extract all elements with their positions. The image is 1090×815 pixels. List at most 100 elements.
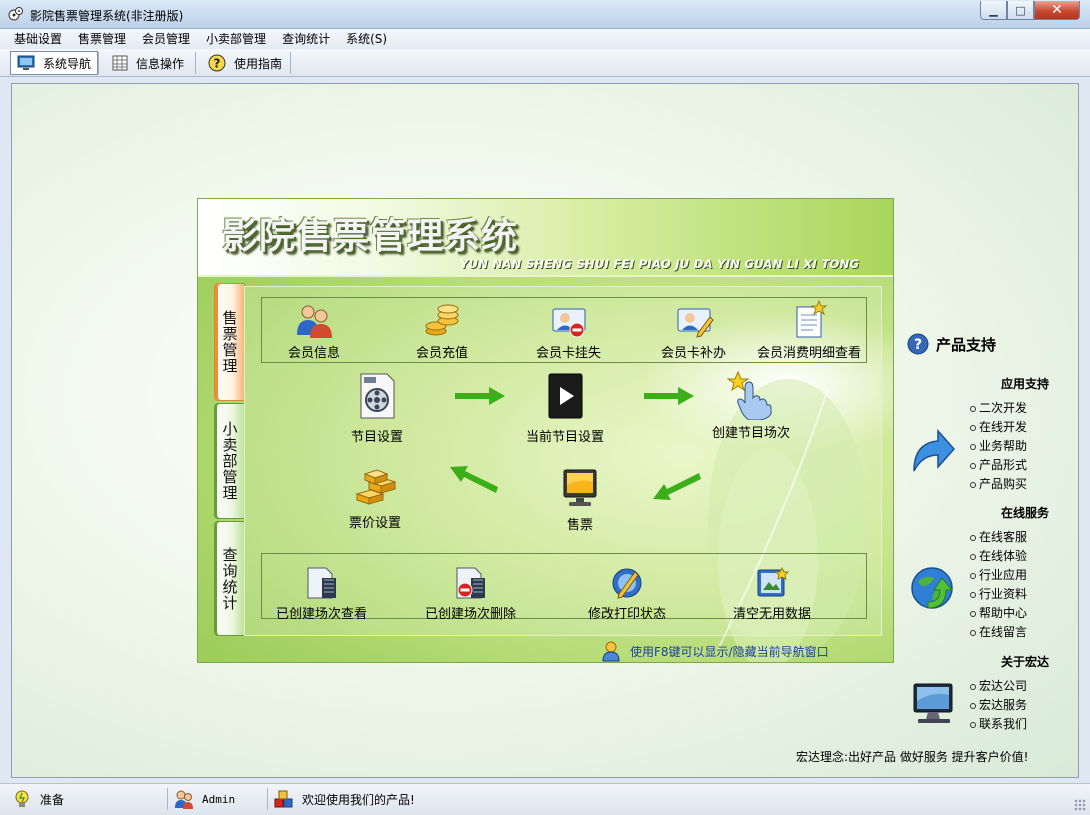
minimize-button[interactable]: ▁ <box>980 1 1007 20</box>
gold-coins-icon <box>425 304 459 336</box>
link-online-support[interactable]: 在线客服 <box>970 528 1027 547</box>
user-name: Admin <box>202 792 236 806</box>
status-divider <box>267 788 268 810</box>
program-settings-button[interactable]: 节目设置 <box>351 372 403 445</box>
monitor-sell-icon <box>563 469 597 506</box>
user-group-icon <box>175 790 193 809</box>
link-industry-application[interactable]: 行业应用 <box>970 566 1027 585</box>
menu-members[interactable]: 会员管理 <box>134 29 198 49</box>
link-online-message[interactable]: 在线留言 <box>970 623 1027 642</box>
tab-statistics[interactable]: 查询统计 <box>214 521 245 636</box>
nav-title: 影院售票管理系统 <box>222 216 519 257</box>
title-bar: 影院售票管理系统(非注册版) ▁ □ ✕ <box>0 0 1090 29</box>
member-info-button[interactable]: 会员信息 <box>288 303 340 361</box>
view-sessions-button[interactable]: 已创建场次查看 <box>276 566 367 622</box>
arrow-down-left-icon <box>653 473 701 500</box>
arrow-right-icon <box>644 387 694 405</box>
delete-sessions-button[interactable]: 已创建场次删除 <box>425 566 516 622</box>
modify-print-status-button[interactable]: 修改打印状态 <box>588 566 666 622</box>
toolbar-info-button[interactable]: 信息操作 <box>106 51 190 75</box>
link-product-purchase[interactable]: 产品购买 <box>970 475 1027 494</box>
f8-hint-text: 使用F8键可以显示/隐藏当前导航窗口 <box>630 644 829 659</box>
clear-unused-data-label: 清空无用数据 <box>733 607 812 622</box>
member-consumption-detail-button[interactable]: 会员消费明细查看 <box>757 299 861 361</box>
forward-arrow-icon <box>913 429 956 472</box>
app-support-title: 应用支持 <box>1001 377 1050 391</box>
maximize-button[interactable]: □ <box>1007 1 1034 20</box>
desktop-monitor-icon <box>913 683 953 723</box>
close-button[interactable]: ✕ <box>1034 1 1080 20</box>
bullet-icon <box>970 721 976 728</box>
link-help-center[interactable]: 帮助中心 <box>970 604 1027 623</box>
link-contact[interactable]: 联系我们 <box>970 715 1027 734</box>
ticket-price-settings-label: 票价设置 <box>349 516 402 531</box>
bullet-icon <box>970 610 976 617</box>
link-label: 在线客服 <box>979 530 1028 544</box>
link-label: 宏达服务 <box>979 698 1028 712</box>
nav-subtitle: YUN NAN SHENG SHUI FEI PIAO JU DA YIN GU… <box>460 257 860 271</box>
menu-system[interactable]: 系统(S) <box>338 29 395 49</box>
card-edit-icon <box>677 308 714 338</box>
menu-snack-bar[interactable]: 小卖部管理 <box>198 29 274 49</box>
link-industry-materials[interactable]: 行业资料 <box>970 585 1027 604</box>
member-recharge-button[interactable]: 会员充值 <box>416 303 468 361</box>
hand-pointer-icon <box>727 370 772 420</box>
toolbar: 系统导航 信息操作 ? 使用指南 <box>0 49 1090 77</box>
delete-sessions-label: 已创建场次删除 <box>425 607 517 622</box>
menu-statistics[interactable]: 查询统计 <box>274 29 338 49</box>
bullet-icon <box>970 629 976 636</box>
link-product-form[interactable]: 产品形式 <box>970 456 1027 475</box>
current-program-settings-button[interactable]: 当前节目设置 <box>526 372 604 445</box>
film-delete-icon <box>456 567 485 599</box>
resize-grip[interactable] <box>1074 799 1086 811</box>
welcome-text: 欢迎使用我们的产品! <box>302 792 415 807</box>
nav-header: 影院售票管理系统 YUN NAN SHENG SHUI FEI PIAO JU … <box>198 199 893 277</box>
member-card-loss-label: 会员卡挂失 <box>536 346 602 361</box>
bullet-icon <box>970 462 976 469</box>
member-card-loss-button[interactable]: 会员卡挂失 <box>536 303 601 361</box>
bullet-icon <box>970 405 976 412</box>
link-secondary-development[interactable]: 二次开发 <box>970 399 1027 418</box>
toolbar-guide-label: 使用指南 <box>234 56 283 71</box>
member-card-reissue-button[interactable]: 会员卡补办 <box>661 303 726 361</box>
toolbar-system-nav-label: 系统导航 <box>43 56 92 71</box>
link-label: 产品形式 <box>979 458 1028 472</box>
link-company[interactable]: 宏达公司 <box>970 677 1027 696</box>
link-service[interactable]: 宏达服务 <box>970 696 1027 715</box>
card-block-icon <box>552 308 585 338</box>
menu-ticketing[interactable]: 售票管理 <box>70 29 134 49</box>
bullet-icon <box>970 534 976 541</box>
link-label: 在线开发 <box>979 420 1028 434</box>
menu-basic-settings[interactable]: 基础设置 <box>6 29 70 49</box>
document-star-icon <box>796 299 828 338</box>
link-label: 二次开发 <box>979 401 1028 415</box>
about-title: 关于宏达 <box>1001 655 1050 669</box>
toolbar-separator <box>195 52 196 74</box>
link-business-help[interactable]: 业务帮助 <box>970 437 1027 456</box>
tab-snack-bar[interactable]: 小卖部管理 <box>214 403 245 519</box>
link-label: 宏达公司 <box>979 679 1028 693</box>
link-online-experience[interactable]: 在线体验 <box>970 547 1027 566</box>
lightbulb-icon <box>15 790 29 807</box>
link-online-development[interactable]: 在线开发 <box>970 418 1027 437</box>
link-label: 帮助中心 <box>979 606 1028 620</box>
bullet-icon <box>970 591 976 598</box>
window-title: 影院售票管理系统(非注册版) <box>30 9 184 23</box>
sell-ticket-button[interactable]: 售票 <box>561 468 599 533</box>
create-session-button[interactable]: 创建节目场次 <box>712 368 790 441</box>
current-program-settings-label: 当前节目设置 <box>526 430 605 445</box>
toolbar-system-nav-button[interactable]: 系统导航 <box>10 51 99 75</box>
company-slogan: 宏达理念:出好产品 做好服务 提升客户价值! <box>796 750 1029 764</box>
link-label: 产品购买 <box>979 477 1028 491</box>
program-settings-label: 节目设置 <box>351 430 404 445</box>
status-pane: 准备 <box>12 787 64 811</box>
toolbar-guide-button[interactable]: ? 使用指南 <box>202 51 288 75</box>
ticket-price-settings-button[interactable]: 票价设置 <box>349 466 401 531</box>
bullet-icon <box>970 702 976 709</box>
status-divider <box>167 788 168 810</box>
menu-bar: 基础设置 售票管理 会员管理 小卖部管理 查询统计 系统(S) <box>0 29 1090 49</box>
tab-ticketing[interactable]: 售票管理 <box>214 283 245 401</box>
arrow-up-left-icon <box>450 466 498 493</box>
clear-unused-data-button[interactable]: 清空无用数据 <box>733 566 811 622</box>
cubes-icon <box>274 790 293 808</box>
